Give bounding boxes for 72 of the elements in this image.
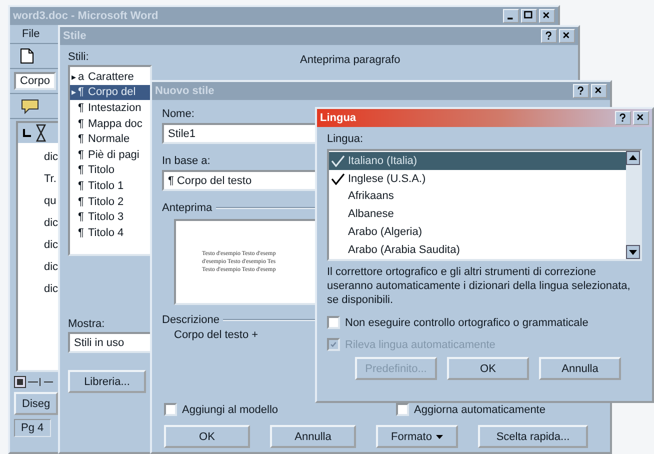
list-item[interactable]: Italiano (Italia): [329, 152, 626, 170]
document-text: dic: [44, 283, 58, 295]
checkbox[interactable]: [396, 403, 410, 416]
list-label: Stili:: [68, 51, 89, 63]
checkbox-label: Aggiungi al modello: [182, 404, 278, 416]
dialog-button[interactable]: OK: [164, 425, 250, 448]
document-text: dic: [44, 261, 58, 273]
list-label: Lingua:: [327, 133, 364, 145]
preview-label: Anteprima paragrafo: [300, 54, 400, 66]
checkbox[interactable]: [164, 403, 177, 416]
dialog-button[interactable]: Formato: [376, 425, 458, 448]
document-text: dic: [44, 151, 58, 163]
list-item[interactable]: ¶ Intestazion: [70, 100, 150, 116]
language-list[interactable]: Italiano (Italia) Inglese (U.S.A.) Afrikaans Albanese Arabo (Algeria) Arabo (Arabia Saudita): [327, 149, 642, 261]
list-item[interactable]: ¶ Titolo 3: [70, 209, 150, 225]
document-text: dic: [44, 217, 58, 229]
list-item[interactable]: ¶ Titolo: [70, 162, 150, 178]
checkbox-label: Aggiorna automaticamente: [414, 404, 546, 416]
dialog-button[interactable]: OK: [447, 357, 529, 380]
new-document-icon[interactable]: [20, 48, 34, 64]
window-title: Lingua: [320, 112, 358, 124]
close-icon[interactable]: [539, 9, 555, 23]
help-icon[interactable]: [573, 84, 589, 98]
list-item[interactable]: ¶ Mappa doc: [70, 116, 150, 132]
window-title: Stile: [63, 30, 88, 42]
window-title: Nuovo stile: [155, 85, 216, 97]
list-item[interactable]: ¶ Piè di pagi: [70, 146, 150, 163]
list-item[interactable]: Arabo (Algeria): [329, 223, 626, 241]
description-text: Corpo del testo +: [173, 329, 258, 341]
field-label: Nome:: [162, 108, 194, 120]
help-icon[interactable]: [615, 111, 631, 125]
note-text: Il correttore ortografico e gli altri strumenti di correzione useranno automaticamente i dizionari della lingua selezionata, se disponibili.: [327, 265, 632, 307]
group-label: Anteprima: [162, 202, 212, 214]
dialog-button[interactable]: Annulla: [539, 357, 621, 380]
help-icon[interactable]: [541, 29, 557, 43]
dialog-button[interactable]: Scelta rapida...: [478, 425, 588, 448]
checkbox-label: Non eseguire controllo ortografico o grammaticale: [345, 316, 588, 328]
field-label: Mostra:: [68, 318, 105, 330]
document-text: dic: [44, 239, 58, 251]
list-item[interactable]: ¶ Titolo 2: [70, 194, 150, 210]
styles-list[interactable]: ▸a Carattere ▸¶ Corpo del ¶ Intestazion ¶ Mappa doc ¶ Normale ¶ Piè di pagi ¶ Titolo ¶ Titolo 1 ¶ Titolo 2 ¶ Titolo 3 ¶ Titolo 4: [68, 65, 152, 256]
dialog-button[interactable]: Annulla: [270, 425, 356, 448]
library-button[interactable]: Libreria...: [68, 370, 146, 393]
speech-bubble-icon[interactable]: [20, 98, 40, 114]
window-title: word3.doc - Microsoft Word: [13, 10, 160, 22]
view-buttons-icon[interactable]: [14, 376, 54, 388]
group-label: Descrizione: [162, 314, 220, 326]
document-text: qu: [44, 195, 56, 207]
document-text: Tr.: [44, 173, 56, 185]
list-item[interactable]: ¶ Normale: [70, 131, 150, 147]
close-icon[interactable]: [633, 111, 649, 125]
list-item[interactable]: Albanese: [329, 205, 626, 224]
list-item[interactable]: Arabo (Arabia Saudita): [329, 240, 626, 259]
minimize-icon[interactable]: [503, 9, 519, 23]
list-item[interactable]: ¶ Titolo 4: [70, 224, 150, 241]
tab-stop-icon[interactable]: [22, 128, 32, 138]
style-dropdown[interactable]: Corpo: [14, 72, 56, 90]
scroll-down-icon[interactable]: [626, 245, 640, 259]
dropdown-field[interactable]: Stili in uso: [68, 332, 152, 353]
maximize-icon[interactable]: [521, 9, 537, 23]
close-icon[interactable]: [591, 84, 607, 98]
hourglass-icon: [36, 124, 46, 142]
status-bar: Pg 4: [14, 419, 51, 437]
list-item[interactable]: ¶ Titolo 1: [70, 178, 150, 194]
menu-item[interactable]: File: [22, 28, 40, 40]
list-item[interactable]: ▸a Carattere: [70, 69, 150, 85]
list-item[interactable]: ▸¶ Corpo del: [70, 84, 150, 100]
close-icon[interactable]: [559, 29, 575, 43]
drawing-menu-button[interactable]: Diseg: [14, 392, 58, 415]
checkbox[interactable]: [327, 316, 340, 329]
field-label: In base a:: [162, 155, 210, 167]
scroll-up-icon[interactable]: [626, 151, 640, 165]
